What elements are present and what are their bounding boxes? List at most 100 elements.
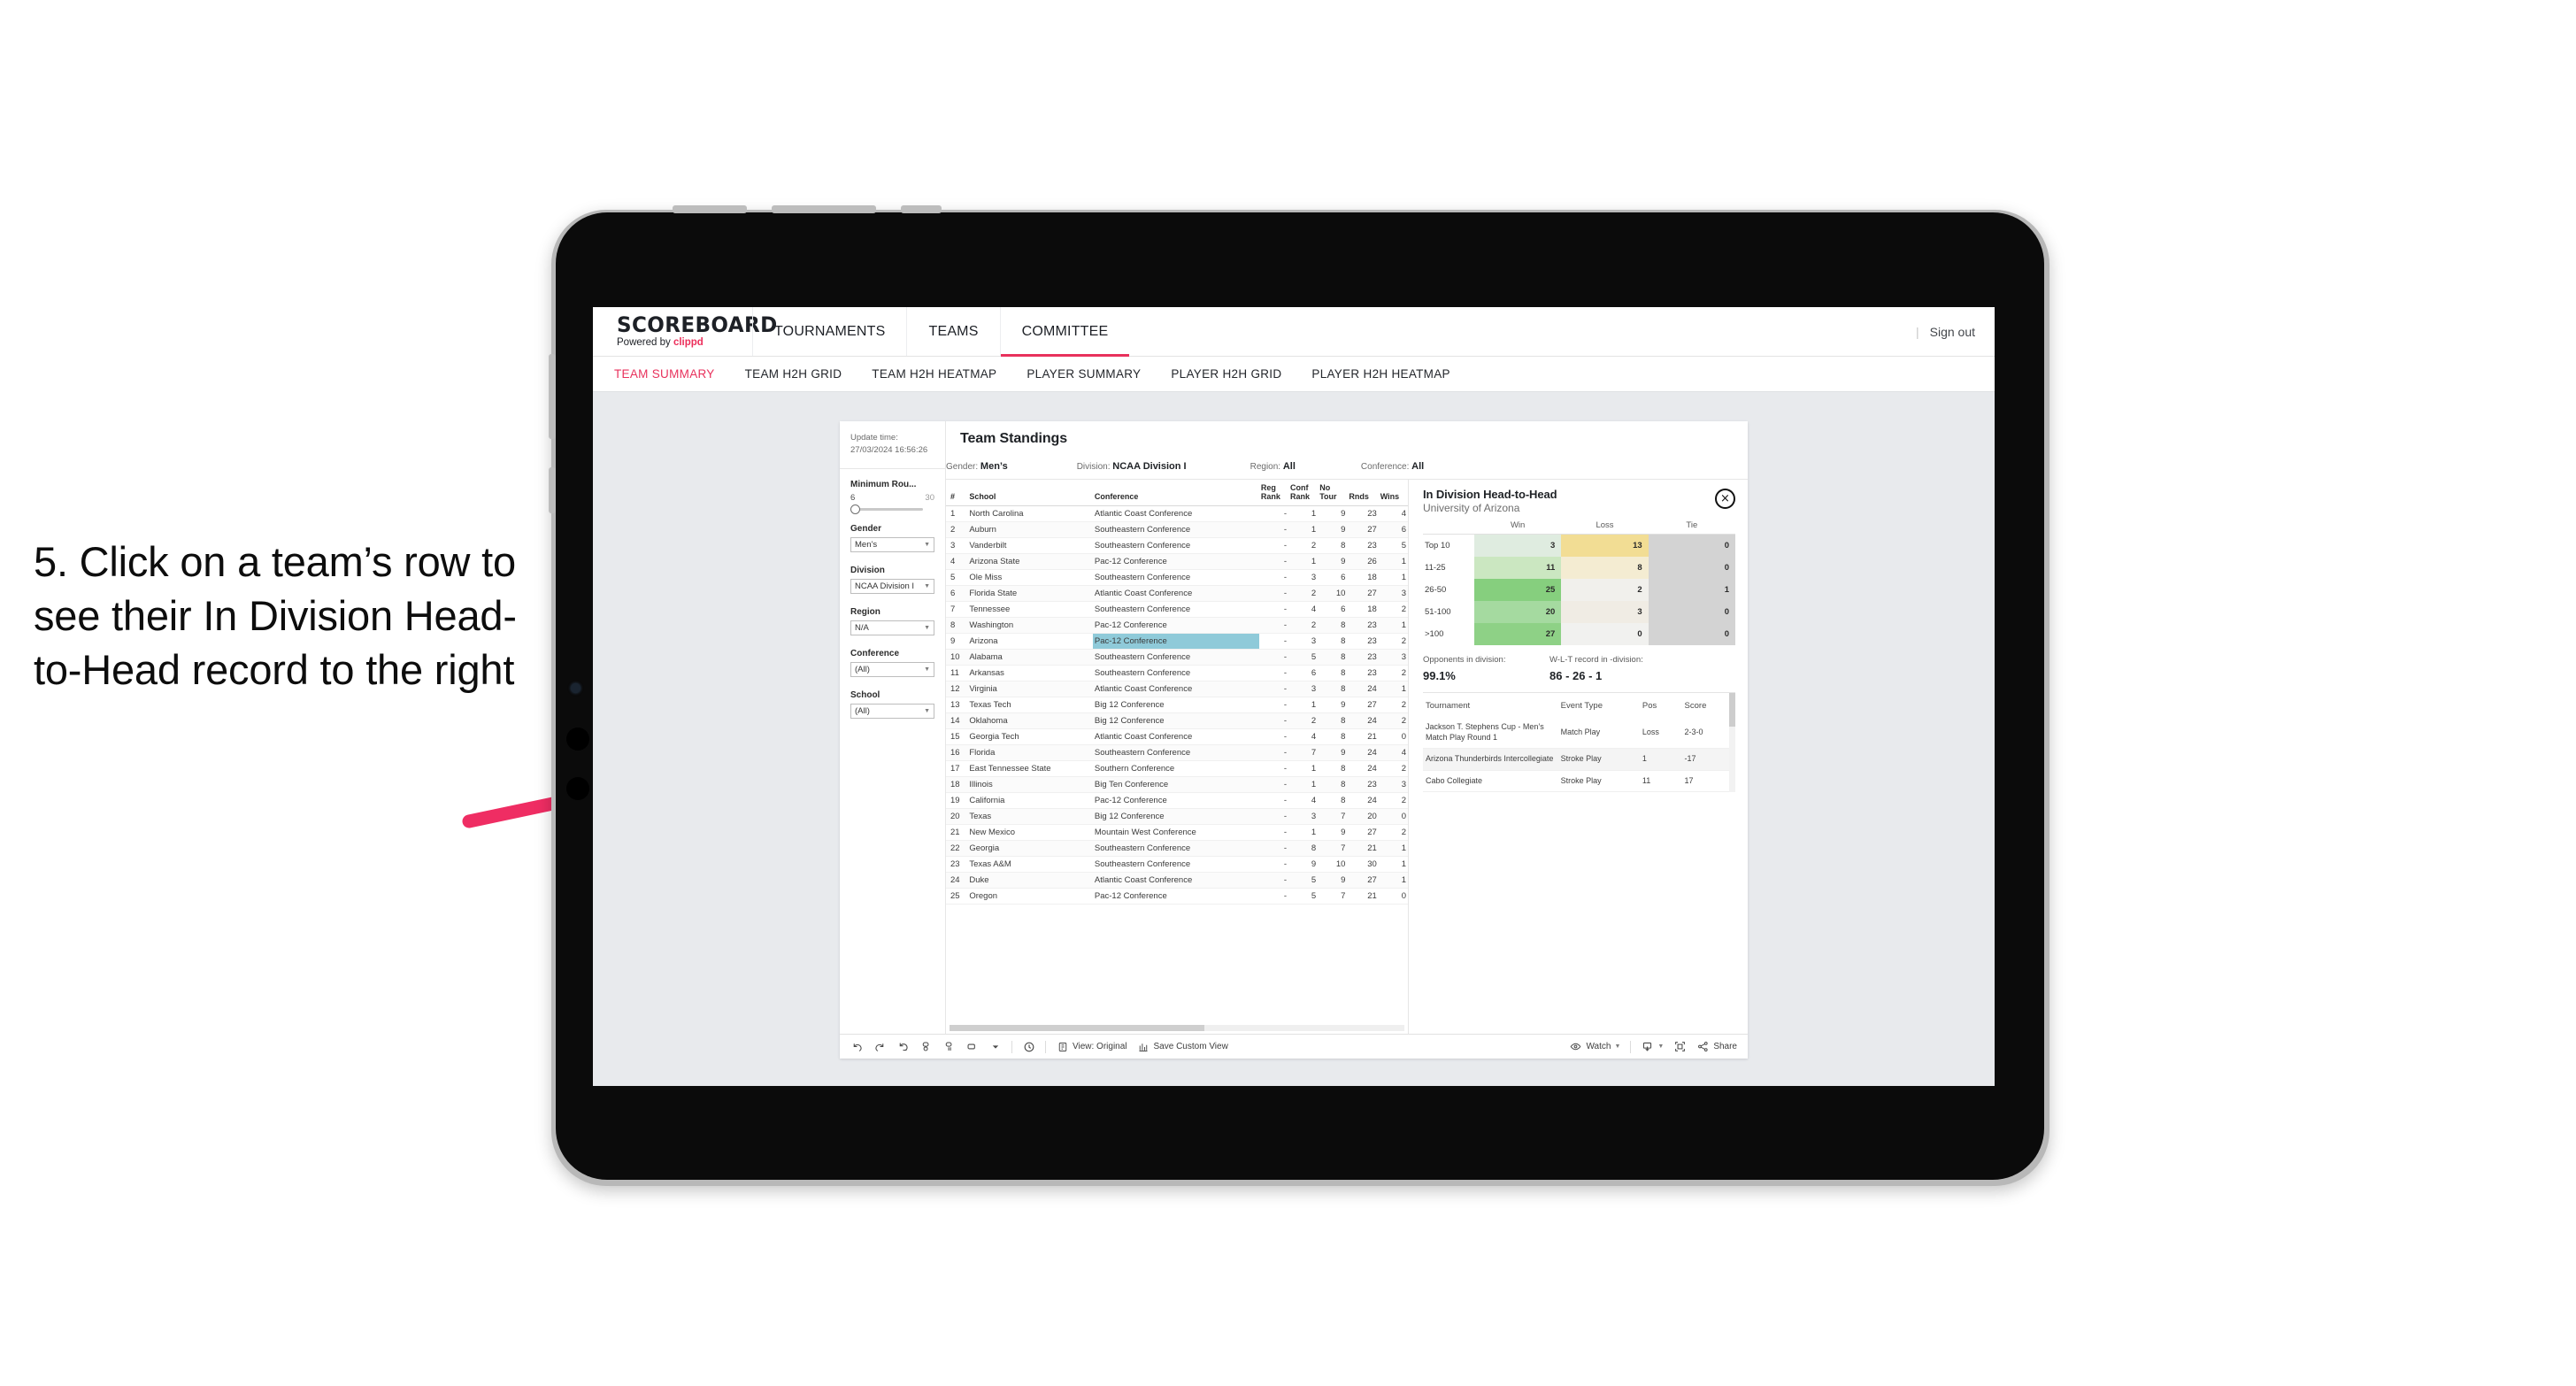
nav-item-teams[interactable]: TEAMS [906,307,999,356]
region-select[interactable]: N/A ▼ [850,620,934,635]
school-select[interactable]: (All) ▼ [850,703,934,719]
table-row[interactable]: 12 Virginia Atlantic Coast Conference -3 8 24… [946,681,1408,698]
table-row[interactable]: 17 East Tennessee State Southern Conferenc… [946,760,1408,778]
tournaments-vscrollbar[interactable] [1729,693,1735,793]
filters-panel: Update time: 27/03/2024 16:56:26 Minimum… [840,421,946,1034]
slider-handle[interactable] [850,504,860,514]
tab-team-h2h-grid[interactable]: TEAM H2H GRID [745,367,842,381]
revert-icon[interactable] [896,1040,910,1053]
tournaments-scroll-wrap: Tournament Event Type Pos Score Jackson … [1423,693,1735,793]
th-no-tour[interactable]: No Tour [1318,480,1348,507]
h2h-cell-win[interactable]: 20 [1474,601,1562,623]
table-row[interactable]: 23 Texas A&M Southeastern Conference -9 10 30… [946,856,1408,874]
app-header: SCOREBOARD Powered by clippd TOURNAMENTS… [593,307,1995,357]
table-row[interactable]: 7 Tennessee Southeastern Conference -4 6 18 2 [946,601,1408,619]
conference-select[interactable]: (All) ▼ [850,661,934,677]
tab-player-h2h-heatmap[interactable]: PLAYER H2H HEATMAP [1311,367,1449,381]
table-row[interactable]: 18 Illinois Big Ten Conference -1 8 23 3 [946,776,1408,794]
th-rnds[interactable]: Rnds [1347,480,1379,507]
scrollbar-thumb[interactable] [1729,693,1735,728]
chevron-down-icon[interactable] [988,1040,1002,1053]
h2h-cell-loss[interactable]: 2 [1561,579,1649,601]
h2h-cell-win[interactable]: 25 [1474,579,1562,601]
h2h-cell-win[interactable]: 3 [1474,534,1562,557]
th-conference[interactable]: Conference [1092,480,1259,507]
table-row[interactable]: 1 North Carolina Atlantic Coast Conference… [946,505,1408,523]
horizontal-scrollbar[interactable] [950,1025,1404,1031]
share-button[interactable]: Share [1696,1040,1737,1053]
view-original-button[interactable]: View: Original [1056,1040,1127,1053]
th-pos[interactable]: Pos [1640,693,1682,717]
minimum-rounds-slider[interactable] [850,504,923,514]
h2h-cell-loss[interactable]: 8 [1561,557,1649,579]
cell-no-tour: 8 [1318,537,1348,555]
th-reg-rank[interactable]: Reg Rank [1258,480,1289,507]
cell-rnds: 30 [1347,856,1379,874]
h2h-cell-tie[interactable]: 1 [1648,579,1735,601]
th-school[interactable]: School [967,480,1093,507]
th-score[interactable]: Score [1682,693,1735,717]
nav-item-committee[interactable]: COMMITTEE [999,307,1130,357]
table-row[interactable]: 21 New Mexico Mountain West Conference -1 9 2… [946,824,1408,842]
h2h-cell-loss[interactable]: 3 [1561,601,1649,623]
gender-select[interactable]: Men’s ▼ [850,536,934,552]
table-row[interactable]: 4 Arizona State Pac-12 Conference -1 9 26 1 [946,553,1408,571]
cell-no-tour: 9 [1318,697,1348,714]
history-icon[interactable] [1022,1040,1035,1053]
tournament-row[interactable]: Cabo Collegiate Stroke Play 11 17 [1423,770,1735,793]
app-logo[interactable]: SCOREBOARD Powered by clippd [593,307,777,356]
table-row[interactable]: 2 Auburn Southeastern Conference -1 9 27 6 [946,521,1408,539]
pause-icon[interactable] [942,1040,956,1053]
table-row[interactable]: 22 Georgia Southeastern Conference -8 7 21 1 [946,840,1408,858]
h2h-cell-tie[interactable]: 0 [1648,601,1735,623]
tab-team-summary[interactable]: TEAM SUMMARY [614,367,715,381]
h2h-cell-loss[interactable]: 0 [1561,623,1649,645]
device-layout-icon[interactable] [965,1040,979,1053]
watch-button[interactable]: Watch ▼ [1569,1040,1620,1053]
table-row[interactable]: 10 Alabama Southeastern Conference -5 8 23 3 [946,649,1408,666]
table-row[interactable]: 16 Florida Southeastern Conference -7 9 24 4 [946,744,1408,762]
th-wins[interactable]: Wins [1378,480,1408,507]
tournament-row[interactable]: Jackson T. Stephens Cup - Men’s Match Pl… [1423,717,1735,750]
tab-player-h2h-grid[interactable]: PLAYER H2H GRID [1171,367,1281,381]
table-row[interactable]: 9 Arizona Pac-12 Conference -3 8 23 2 [946,633,1408,651]
table-row[interactable]: 3 Vanderbilt Southeastern Conference -2 8 23 5 [946,537,1408,555]
division-select[interactable]: NCAA Division I ▼ [850,578,934,594]
table-row[interactable]: 20 Texas Big 12 Conference -3 7 20 0 [946,808,1408,826]
h2h-cell-win[interactable]: 11 [1474,557,1562,579]
h2h-cell-loss[interactable]: 13 [1561,534,1649,557]
table-row[interactable]: 14 Oklahoma Big 12 Conference -2 8 24 2 [946,712,1408,730]
table-row[interactable]: 25 Oregon Pac-12 Conference -5 7 21 0 [946,888,1408,905]
scrollbar-thumb[interactable] [950,1025,1204,1031]
close-icon[interactable]: × [1715,489,1735,509]
table-row[interactable]: 6 Florida State Atlantic Coast Conference -… [946,585,1408,603]
h2h-cell-tie[interactable]: 0 [1648,623,1735,645]
tab-team-h2h-heatmap[interactable]: TEAM H2H HEATMAP [872,367,996,381]
table-row[interactable]: 11 Arkansas Southeastern Conference -6 8 23 2 [946,665,1408,682]
cell-wins: 1 [1378,856,1408,874]
h2h-cell-tie[interactable]: 0 [1648,534,1735,557]
sign-out-link[interactable]: Sign out [1930,325,1975,339]
table-row[interactable]: 5 Ole Miss Southeastern Conference -3 6 18 1 [946,569,1408,587]
tournament-row[interactable]: Arizona Thunderbirds Intercollegiate Stro… [1423,748,1735,771]
table-row[interactable]: 19 California Pac-12 Conference -4 8 24 2 [946,792,1408,810]
undo-icon[interactable] [850,1040,864,1053]
th-conf-rank[interactable]: Conf Rank [1288,480,1319,507]
fullscreen-icon[interactable] [1673,1040,1687,1053]
h2h-cell-tie[interactable]: 0 [1648,557,1735,579]
h2h-cell-win[interactable]: 27 [1474,623,1562,645]
download-button[interactable]: ▼ [1641,1040,1664,1053]
redo-icon[interactable] [873,1040,887,1053]
save-custom-view-button[interactable]: Save Custom View [1137,1040,1228,1053]
th-event-type[interactable]: Event Type [1558,693,1640,717]
th-tournament[interactable]: Tournament [1423,693,1558,717]
h2h-th-win: Win [1474,520,1562,535]
nav-item-tournaments[interactable]: TOURNAMENTS [752,307,906,356]
th-rank[interactable]: # [946,480,968,507]
tab-player-summary[interactable]: PLAYER SUMMARY [1027,367,1141,381]
table-row[interactable]: 8 Washington Pac-12 Conference -2 8 23 1 [946,617,1408,635]
table-row[interactable]: 24 Duke Atlantic Coast Conference -5 9 27 1 [946,872,1408,889]
refresh-icon[interactable] [919,1040,933,1053]
table-row[interactable]: 15 Georgia Tech Atlantic Coast Conference -… [946,728,1408,746]
table-row[interactable]: 13 Texas Tech Big 12 Conference -1 9 27 2 [946,697,1408,714]
